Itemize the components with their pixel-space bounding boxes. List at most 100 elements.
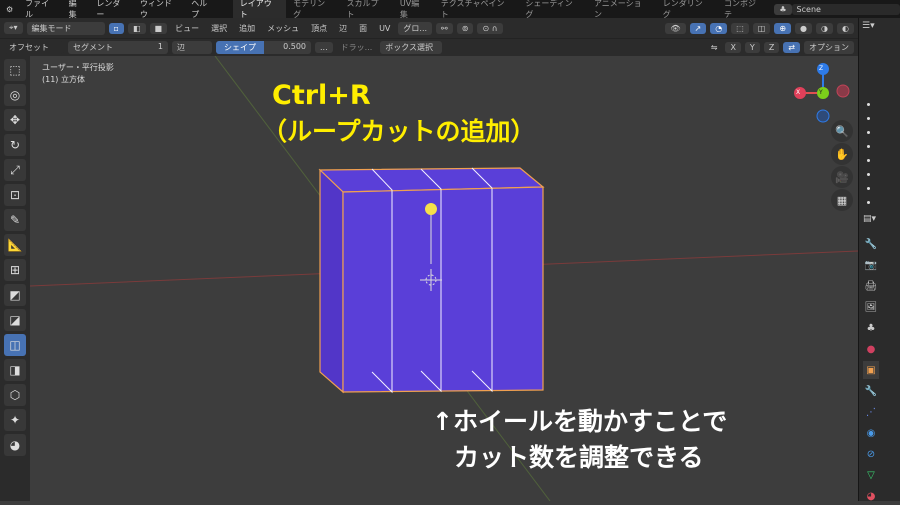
gizmo-z-label[interactable]: Z: [819, 65, 823, 72]
cube-front-face: [342, 186, 544, 393]
menu-help[interactable]: ヘルプ: [185, 0, 221, 20]
menu-render[interactable]: レンダー: [90, 0, 134, 20]
constraints-tab-icon[interactable]: ⊘: [863, 445, 879, 463]
axis-x-button[interactable]: X: [725, 42, 741, 53]
annotate-icon[interactable]: ✎: [4, 209, 26, 231]
object-name: (11) 立方体: [42, 75, 85, 84]
gizmo-toggle-icon[interactable]: ↗: [689, 22, 707, 34]
transform-orientation-select[interactable]: グロ...: [398, 21, 433, 35]
menu-face[interactable]: 面: [355, 23, 371, 34]
menu-add[interactable]: 追加: [235, 23, 259, 34]
left-toolbar: ⬚ ◎ ✥ ↻ ⤢ ⊡ ✎ 📐 ⊞ ◩ ◪ ◫ ◨ ⬡ ✦ ◕: [0, 56, 30, 501]
gizmo-y-label[interactable]: Y: [819, 89, 823, 96]
measure-icon[interactable]: 📐: [4, 234, 26, 256]
shape-label: シェイプ: [216, 41, 264, 54]
axis-z-button[interactable]: Z: [763, 42, 780, 53]
select-box-icon[interactable]: ⬚: [4, 59, 26, 81]
pan-hand-icon[interactable]: ✋: [831, 143, 853, 165]
top-menubar: ⚙ ファイル 編集 レンダー ウィンドウ ヘルプ レイアウト モデリング スカル…: [0, 0, 900, 22]
rotate-icon[interactable]: ↻: [4, 134, 26, 156]
shear-icon[interactable]: ◕: [4, 434, 26, 456]
overlay-toggle-icon[interactable]: ◔: [710, 22, 728, 34]
pivot-icon[interactable]: ⚯: [436, 22, 453, 34]
tool-tab-icon[interactable]: 🔧: [863, 235, 879, 253]
physics-tab-icon[interactable]: ◉: [863, 424, 879, 442]
gizmo-neg-z: [816, 109, 830, 123]
extrude-icon[interactable]: ◩: [4, 284, 26, 306]
tool-settings-bar: オフセット セグメント 1 辺 シェイプ 0.500 ... ドラッ... ボックス…: [0, 38, 858, 56]
move-icon[interactable]: ✥: [4, 109, 26, 131]
view-name: ユーザー・平行投影: [42, 63, 114, 72]
visibility-icon[interactable]: 👁: [665, 22, 686, 34]
properties-panel[interactable]: ▤▾ 🔧 📷 🖨 🖼 ♣ ● ▣ 🔧 ⋰ ◉ ⊘ ▽ ◕: [858, 210, 900, 502]
material-shading-icon[interactable]: ◑: [816, 22, 834, 34]
menu-edge[interactable]: 辺: [335, 23, 351, 34]
properties-type-icon[interactable]: ▤▾: [859, 210, 900, 232]
cursor-icon[interactable]: ◎: [4, 84, 26, 106]
particles-tab-icon[interactable]: ⋰: [863, 403, 879, 421]
cube-left-face: [319, 168, 344, 394]
poly-build-icon[interactable]: ⬡: [4, 384, 26, 406]
render-tab-icon[interactable]: 📷: [863, 256, 879, 274]
add-cube-icon[interactable]: ⊞: [4, 259, 26, 281]
editor-type-button[interactable]: ⌖▾: [4, 22, 23, 34]
menu-mesh[interactable]: メッシュ: [263, 23, 303, 34]
inset-icon[interactable]: ◪: [4, 309, 26, 331]
scene-tab-icon[interactable]: ♣: [863, 319, 879, 337]
axis-y-button[interactable]: Y: [744, 42, 760, 53]
blender-logo-icon[interactable]: ⚙: [0, 5, 19, 14]
knife-icon[interactable]: ◨: [4, 359, 26, 381]
viewport-header: ⌖▾ 編集モード ▫ ◧ ■ ビュー 選択 追加 メッシュ 頂点 辺 面 UV …: [0, 18, 858, 38]
transform-icon[interactable]: ⊡: [4, 184, 26, 206]
data-tab-icon[interactable]: ▽: [863, 466, 879, 484]
snap-icon[interactable]: ⊚: [456, 22, 474, 34]
scene-field[interactable]: Scene: [791, 3, 900, 15]
world-tab-icon[interactable]: ●: [863, 340, 879, 358]
view-layer-tab-icon[interactable]: 🖼: [863, 298, 879, 316]
shape-slider[interactable]: シェイプ 0.500: [216, 41, 311, 54]
gizmo-x-label[interactable]: X: [796, 89, 800, 96]
outliner-panel[interactable]: ☰▾: [858, 18, 900, 210]
edge-select[interactable]: 辺: [172, 41, 212, 54]
vertex-select-icon[interactable]: ▫: [108, 22, 124, 34]
menu-edit[interactable]: 編集: [63, 0, 91, 20]
loop-cut-icon[interactable]: ◫: [4, 334, 26, 356]
overlay-subtitle: （ループカットの追加）: [262, 117, 536, 146]
rendered-shading-icon[interactable]: ◐: [837, 22, 854, 34]
face-select-icon[interactable]: ■: [149, 22, 168, 34]
more-select[interactable]: ...: [315, 42, 333, 53]
edge-select-icon[interactable]: ◧: [127, 22, 146, 34]
smooth-icon[interactable]: ✦: [4, 409, 26, 431]
menu-view[interactable]: ビュー: [171, 23, 203, 34]
options-select[interactable]: オプション: [804, 41, 854, 54]
box-select[interactable]: ボックス選択: [380, 41, 443, 54]
menu-select[interactable]: 選択: [207, 23, 231, 34]
outliner-type-icon[interactable]: ☰▾: [859, 18, 900, 36]
segment-field[interactable]: セグメント 1: [68, 41, 168, 54]
wireframe-shading-icon[interactable]: ⊕: [774, 22, 792, 34]
drag-label: ドラッ...: [340, 43, 373, 52]
menu-uv[interactable]: UV: [375, 24, 394, 33]
menu-window[interactable]: ウィンドウ: [134, 0, 185, 20]
mirror-icon[interactable]: ⇋: [707, 43, 722, 52]
proportional-edit-icon[interactable]: ⊙ ∩: [477, 22, 503, 34]
menu-vertex[interactable]: 頂点: [307, 23, 331, 34]
modifier-tab-icon[interactable]: 🔧: [863, 382, 879, 400]
menu-file[interactable]: ファイル: [19, 0, 63, 20]
zoom-icon[interactable]: 🔍: [831, 120, 853, 142]
output-tab-icon[interactable]: 🖨: [863, 277, 879, 295]
camera-icon[interactable]: 🎥: [831, 166, 853, 188]
mode-select[interactable]: 編集モード: [26, 21, 105, 35]
shape-value: 0.500: [283, 42, 306, 51]
3d-viewport[interactable]: ユーザー・平行投影 (11) 立方体 Z X Y Ctrl+R （ループカットの…: [30, 56, 858, 501]
xray-icon[interactable]: ◫: [752, 22, 771, 34]
scale-icon[interactable]: ⤢: [4, 159, 26, 181]
offset-select[interactable]: オフセット: [4, 41, 64, 54]
object-tab-icon[interactable]: ▣: [863, 361, 879, 379]
grid-icon[interactable]: ▦: [831, 189, 853, 211]
mesh-overlay-icon[interactable]: ⬚: [731, 22, 749, 34]
material-tab-icon[interactable]: ◕: [863, 487, 879, 505]
auto-merge-icon[interactable]: ⇄: [783, 42, 800, 53]
scene-icon[interactable]: ♣: [774, 3, 792, 15]
solid-shading-icon[interactable]: ●: [795, 22, 813, 34]
